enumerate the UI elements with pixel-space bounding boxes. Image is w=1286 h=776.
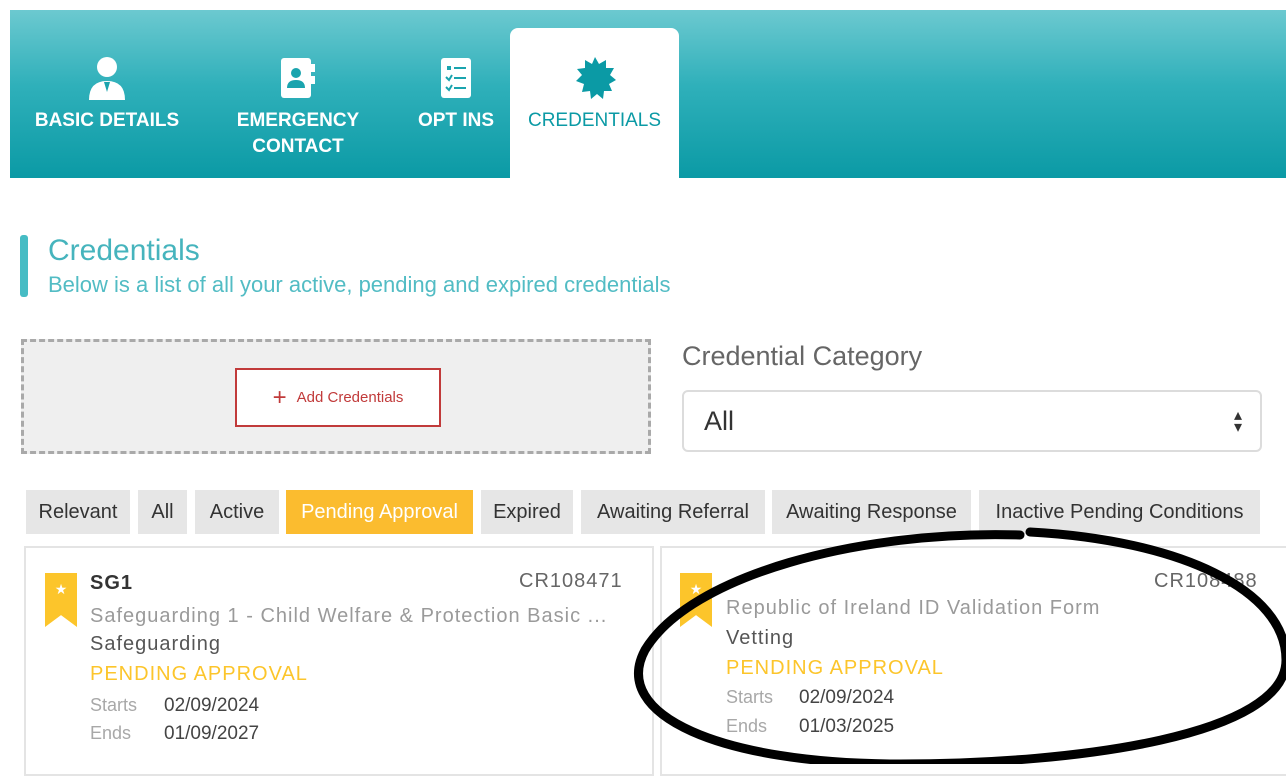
- ends-date: 01/09/2027: [164, 723, 260, 744]
- tab-basic-details[interactable]: BASIC DETAILS: [22, 10, 192, 178]
- ends-label: Ends: [726, 716, 768, 736]
- bookmark-flag-icon: ★: [45, 573, 77, 627]
- page-subtitle: Below is a list of all your active, pend…: [48, 272, 671, 297]
- checklist-icon: [439, 56, 473, 108]
- filter-all[interactable]: All: [138, 490, 187, 534]
- filter-expired[interactable]: Expired: [481, 490, 573, 534]
- credential-card[interactable]: ★ SG1 CR108471 Safeguarding 1 - Child We…: [24, 546, 654, 776]
- credential-category-select[interactable]: All ▴ ▾: [682, 390, 1262, 452]
- tab-label: OPT INS: [417, 110, 494, 131]
- selected-category: All: [704, 406, 735, 436]
- filter-awaiting-referral[interactable]: Awaiting Referral: [581, 490, 765, 534]
- badge-icon: [573, 56, 617, 108]
- starts-date: 02/09/2024: [799, 687, 895, 708]
- plus-icon: +: [272, 383, 287, 411]
- credential-status: PENDING APPROVAL: [726, 657, 944, 679]
- filter-relevant[interactable]: Relevant: [26, 490, 130, 534]
- star-icon: ★: [54, 581, 68, 597]
- credential-category: Safeguarding: [90, 633, 221, 655]
- profile-tabs-bar: BASIC DETAILS EMERGENCY CONTACT OPT INS …: [10, 10, 1286, 178]
- ends-label: Ends: [90, 723, 132, 743]
- filter-inactive-pending-conditions[interactable]: Inactive Pending Conditions: [979, 490, 1260, 534]
- starts-date: 02/09/2024: [164, 695, 260, 716]
- tab-label: BASIC DETAILS: [34, 110, 180, 131]
- credential-name: Safeguarding 1 - Child Welfare & Protect…: [90, 605, 608, 627]
- tab-label-line-1: EMERGENCY: [236, 110, 360, 131]
- credential-id: CR108471: [519, 570, 623, 592]
- credential-id: CR108488: [1154, 570, 1258, 592]
- heading-accent-bar: [20, 235, 28, 297]
- add-credentials-button[interactable]: + Add Credentials: [235, 368, 441, 427]
- page-title: Credentials: [48, 234, 200, 267]
- credential-card[interactable]: ★ CR108488 Republic of Ireland ID Valida…: [660, 546, 1286, 776]
- tab-opt-ins[interactable]: OPT INS: [410, 10, 502, 178]
- starts-label: Starts: [726, 687, 774, 707]
- select-arrows-icon: ▴ ▾: [1233, 407, 1242, 436]
- star-icon: ★: [689, 581, 703, 597]
- credential-name: Republic of Ireland ID Validation Form: [726, 597, 1101, 619]
- tab-label: CREDENTIALS: [527, 110, 662, 131]
- bookmark-flag-icon: ★: [680, 573, 712, 627]
- tab-emergency-contact[interactable]: EMERGENCY CONTACT: [223, 10, 373, 178]
- user-icon: [87, 56, 127, 108]
- tab-label-line-2: CONTACT: [252, 136, 344, 157]
- ends-date: 01/03/2025: [799, 716, 895, 737]
- credential-category: Vetting: [726, 627, 795, 649]
- filter-active[interactable]: Active: [195, 490, 279, 534]
- credential-code: SG1: [90, 572, 134, 594]
- credential-status: PENDING APPROVAL: [90, 663, 308, 685]
- filter-pending-approval[interactable]: Pending Approval: [286, 490, 473, 534]
- filter-awaiting-response[interactable]: Awaiting Response: [772, 490, 971, 534]
- starts-label: Starts: [90, 695, 138, 715]
- contact-book-icon: [279, 56, 317, 108]
- tab-label: EMERGENCY CONTACT: [223, 108, 373, 160]
- add-credentials-label: Add Credentials: [296, 389, 404, 406]
- credential-category-label: Credential Category: [682, 341, 923, 371]
- tab-credentials[interactable]: CREDENTIALS: [510, 28, 679, 178]
